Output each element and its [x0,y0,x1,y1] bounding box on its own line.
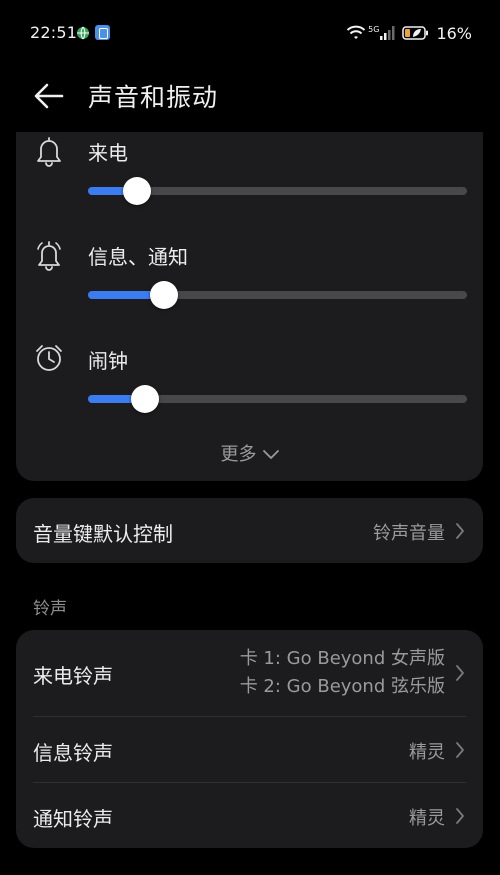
volume-label: 闹钟 [88,349,128,373]
page-title: 声音和振动 [88,83,219,112]
network-type: 5G [368,24,380,34]
battery-percent: 16% [436,23,472,43]
battery-icon [402,26,429,40]
message-ringtone-title: 信息铃声 [33,741,113,765]
chevron-right-icon [456,808,464,824]
sim1-ringtone: 卡 1: Go Beyond 女声版 [239,648,445,669]
chevron-down-icon [262,450,279,459]
alarm-clock-icon [36,345,62,371]
status-indicators: 5G 16% [346,23,472,43]
bell-ring-icon [37,241,61,271]
notification-ringtone-value: 精灵 [409,808,445,829]
status-bar: 22:51 5G 16% [0,0,500,66]
chevron-right-icon [456,523,464,539]
wifi-icon [346,25,366,39]
incoming-ringtone-row[interactable]: 来电铃声 卡 1: Go Beyond 女声版 卡 2: Go Beyond 弦… [16,630,483,716]
message-ringtone-row[interactable]: 信息铃声 精灵 [16,717,483,782]
sim2-ringtone: 卡 2: Go Beyond 弦乐版 [239,676,445,697]
section-label-ringtones: 铃声 [33,599,67,619]
volume-card: 来电 信息、通知 闹钟 更多 [16,110,483,481]
slider-thumb[interactable] [123,177,152,205]
signal-icon [380,26,395,40]
more-label: 更多 [220,444,257,465]
volume-slider-calls[interactable] [88,177,467,205]
volume-keys-setting[interactable]: 音量键默认控制 铃声音量 [16,498,483,563]
volume-label: 来电 [88,141,128,165]
chevron-right-icon [456,665,464,681]
more-button[interactable]: 更多 [16,440,483,466]
ringtones-card: 来电铃声 卡 1: Go Beyond 女声版 卡 2: Go Beyond 弦… [16,630,483,848]
volume-keys-title: 音量键默认控制 [33,522,173,546]
back-arrow-icon[interactable] [32,81,66,111]
volume-row-alarm: 闹钟 [16,343,483,433]
chevron-right-icon [456,742,464,758]
volume-row-notifications: 信息、通知 [16,239,483,329]
slider-thumb[interactable] [130,385,159,413]
volume-slider-alarm[interactable] [88,385,467,413]
app-header: 声音和振动 [0,66,500,132]
volume-keys-value: 铃声音量 [373,523,445,544]
volume-slider-notifications[interactable] [88,281,467,309]
incoming-ringtone-title: 来电铃声 [33,664,113,688]
slider-thumb[interactable] [149,281,178,309]
message-ringtone-value: 精灵 [409,742,445,763]
bell-icon [37,137,61,167]
notification-ringtone-row[interactable]: 通知铃声 精灵 [16,783,483,848]
notification-ringtone-title: 通知铃声 [33,807,113,831]
app-notification-icon [95,25,110,40]
volume-row-calls: 来电 [16,135,483,225]
globe-icon [77,26,89,40]
status-time: 22:51 [30,23,78,42]
volume-label: 信息、通知 [88,245,188,269]
incoming-ringtone-values: 卡 1: Go Beyond 女声版 卡 2: Go Beyond 弦乐版 [240,645,445,701]
